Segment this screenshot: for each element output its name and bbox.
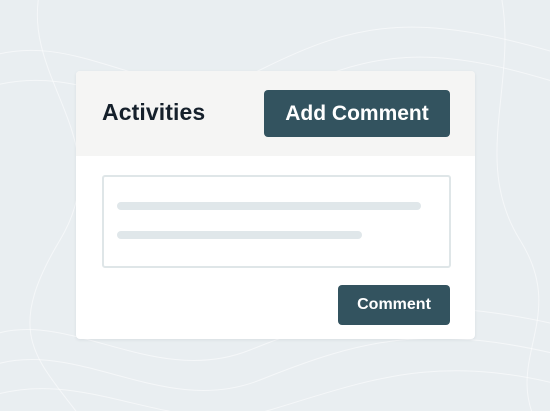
- placeholder-line: [117, 202, 421, 210]
- placeholder-line: [117, 231, 362, 239]
- card-header: Activities Add Comment: [76, 71, 475, 156]
- comment-button[interactable]: Comment: [338, 285, 450, 325]
- comment-textarea[interactable]: [102, 175, 451, 268]
- activities-card: Activities Add Comment Comment: [76, 71, 475, 339]
- add-comment-button[interactable]: Add Comment: [264, 90, 450, 137]
- page-title: Activities: [102, 99, 206, 125]
